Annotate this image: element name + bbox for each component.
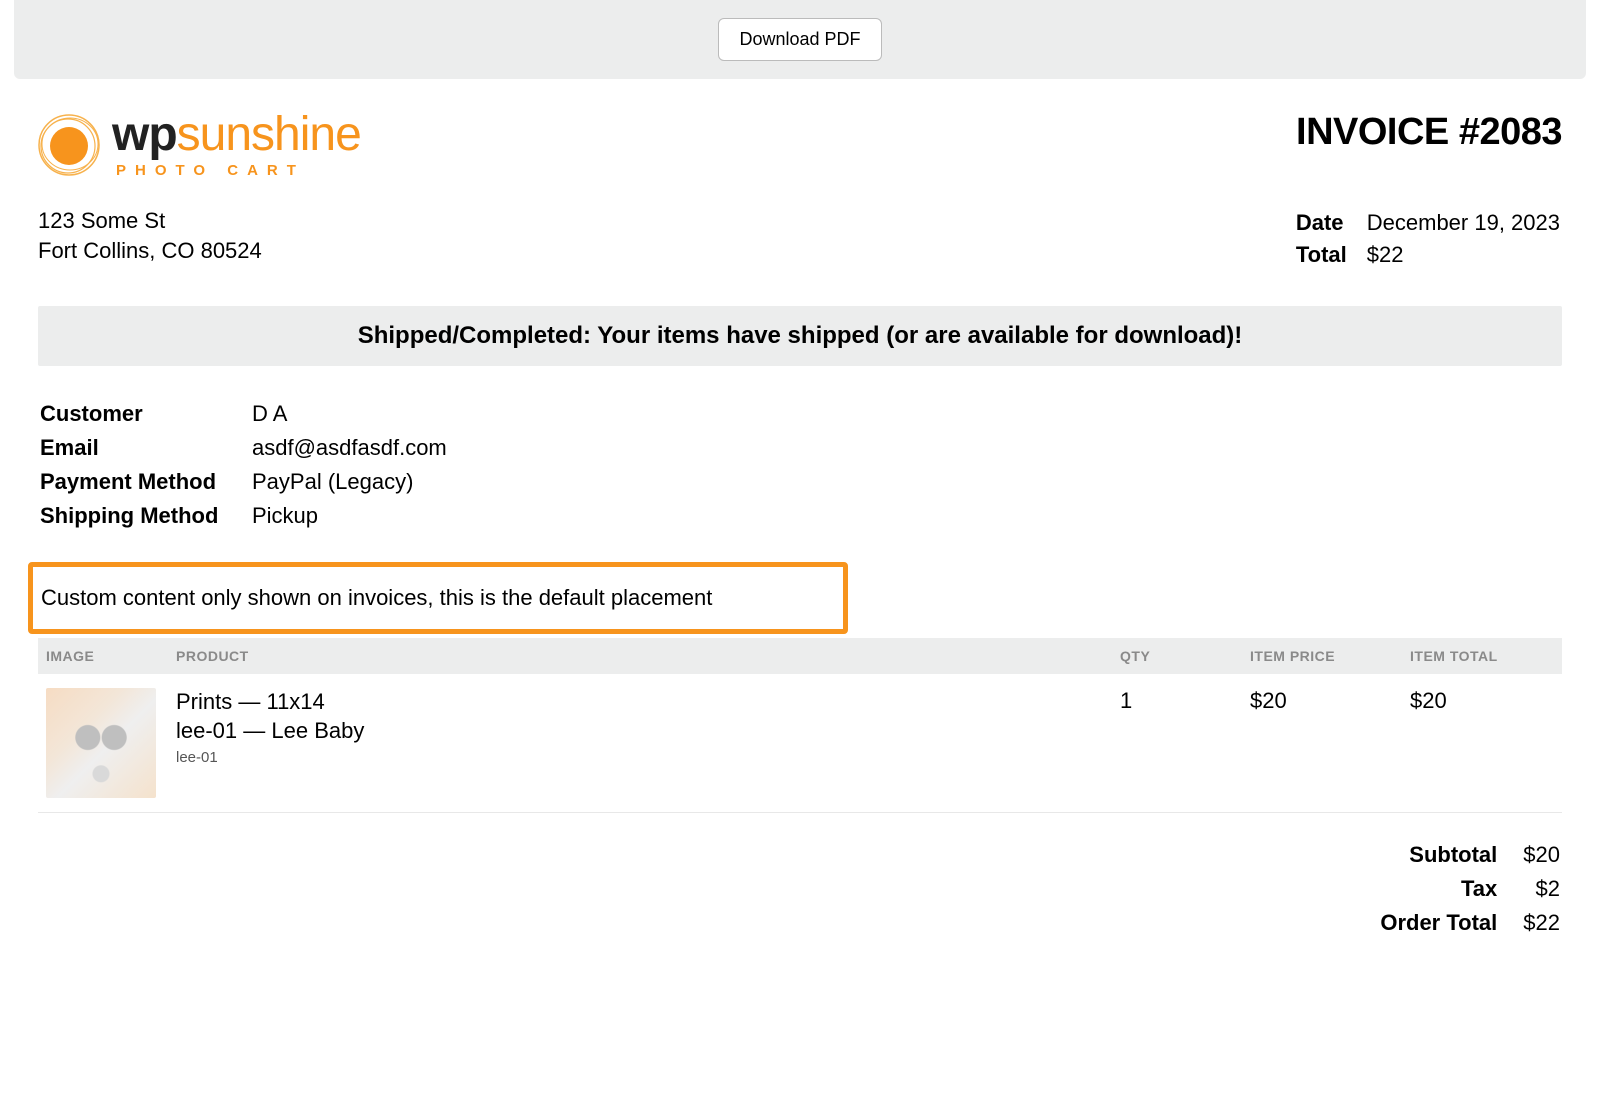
logo-text-sunshine: sunshine bbox=[177, 108, 361, 161]
email-label: Email bbox=[40, 432, 250, 464]
subtotal-label: Subtotal bbox=[1356, 839, 1497, 871]
address-line-2: Fort Collins, CO 80524 bbox=[38, 236, 262, 266]
logo-subtext: PHOTO CART bbox=[116, 163, 361, 178]
brand-logo-text: wpsunshine PHOTO CART bbox=[112, 111, 361, 178]
tax-value: $2 bbox=[1499, 873, 1560, 905]
product-variant: lee-01 — Lee Baby bbox=[176, 717, 1104, 746]
table-row: Prints — 11x14 lee-01 — Lee Baby lee-01 … bbox=[38, 674, 1562, 813]
tax-label: Tax bbox=[1356, 873, 1497, 905]
order-totals: Subtotal $20 Tax $2 Order Total $22 bbox=[1354, 837, 1562, 941]
col-header-product: PRODUCT bbox=[168, 638, 1112, 674]
customer-info: Customer D A Email asdf@asdfasdf.com Pay… bbox=[38, 396, 449, 534]
address-meta-row: 123 Some St Fort Collins, CO 80524 Date … bbox=[38, 206, 1562, 272]
col-header-qty: QTY bbox=[1112, 638, 1242, 674]
meta-total-label: Total bbox=[1296, 240, 1347, 270]
product-name: Prints — 11x14 bbox=[176, 688, 1104, 717]
shipping-method-value: Pickup bbox=[252, 500, 447, 532]
brand-logo: wpsunshine PHOTO CART bbox=[38, 111, 361, 178]
order-total-label: Order Total bbox=[1356, 907, 1497, 939]
toolbar: Download PDF bbox=[14, 0, 1586, 79]
col-header-total: ITEM TOTAL bbox=[1402, 638, 1562, 674]
custom-content-callout: Custom content only shown on invoices, t… bbox=[28, 562, 848, 634]
subtotal-value: $20 bbox=[1499, 839, 1560, 871]
item-price: $20 bbox=[1242, 674, 1402, 813]
product-thumbnail bbox=[46, 688, 156, 798]
invoice-meta: Date December 19, 2023 Total $22 bbox=[1294, 206, 1562, 272]
meta-date-label: Date bbox=[1296, 208, 1347, 238]
item-total: $20 bbox=[1402, 674, 1562, 813]
status-banner: Shipped/Completed: Your items have shipp… bbox=[38, 306, 1562, 366]
sunshine-logo-icon bbox=[38, 114, 100, 176]
logo-text-wp: wp bbox=[112, 108, 177, 161]
payment-method-label: Payment Method bbox=[40, 466, 250, 498]
invoice-header: wpsunshine PHOTO CART INVOICE #2083 bbox=[38, 111, 1562, 178]
col-header-image: IMAGE bbox=[38, 638, 168, 674]
meta-total-value: $22 bbox=[1349, 240, 1560, 270]
meta-date-value: December 19, 2023 bbox=[1349, 208, 1560, 238]
product-sku: lee-01 bbox=[176, 749, 1104, 766]
download-pdf-button[interactable]: Download PDF bbox=[718, 18, 881, 61]
items-table: IMAGE PRODUCT QTY ITEM PRICE ITEM TOTAL … bbox=[38, 638, 1562, 813]
address-line-1: 123 Some St bbox=[38, 206, 262, 236]
customer-value: D A bbox=[252, 398, 447, 430]
col-header-price: ITEM PRICE bbox=[1242, 638, 1402, 674]
from-address: 123 Some St Fort Collins, CO 80524 bbox=[38, 206, 262, 265]
item-qty: 1 bbox=[1112, 674, 1242, 813]
payment-method-value: PayPal (Legacy) bbox=[252, 466, 447, 498]
customer-label: Customer bbox=[40, 398, 250, 430]
shipping-method-label: Shipping Method bbox=[40, 500, 250, 532]
invoice-title: INVOICE #2083 bbox=[1296, 111, 1562, 154]
order-total-value: $22 bbox=[1499, 907, 1560, 939]
invoice-body: wpsunshine PHOTO CART INVOICE #2083 123 … bbox=[0, 79, 1600, 991]
email-value: asdf@asdfasdf.com bbox=[252, 432, 447, 464]
